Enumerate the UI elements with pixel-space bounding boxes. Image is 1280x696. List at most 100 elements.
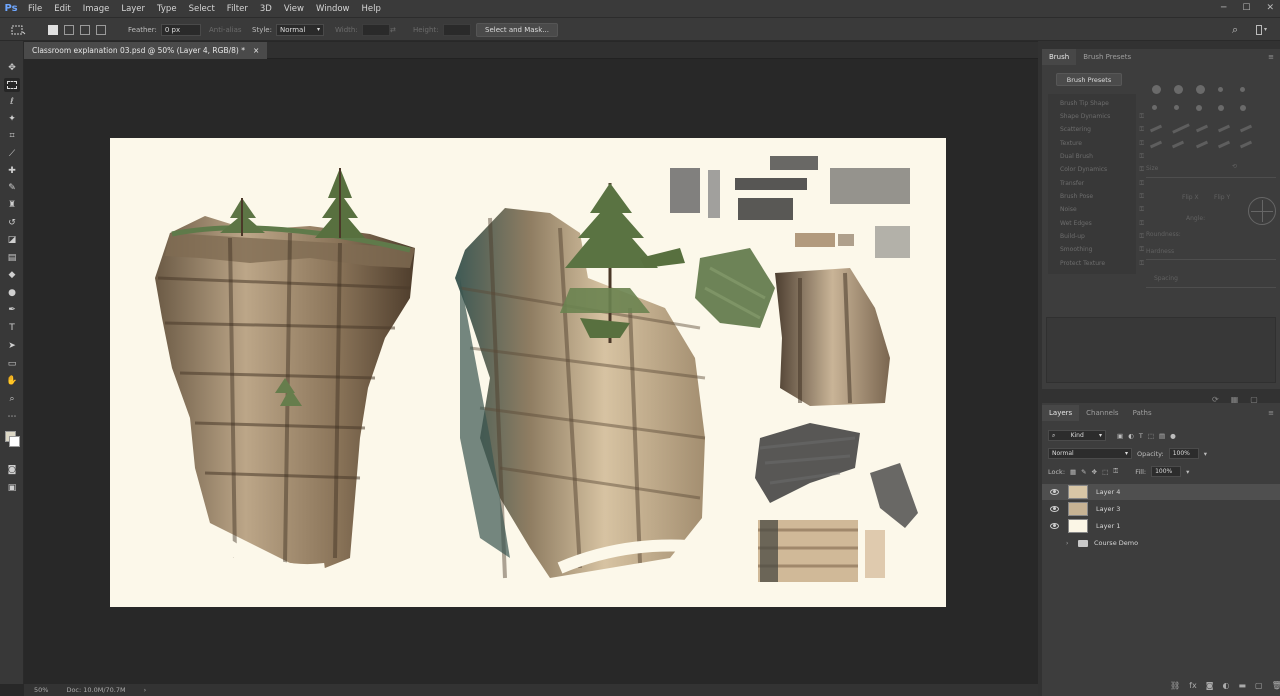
menu-window[interactable]: Window: [310, 4, 356, 14]
lock-icon[interactable]: ⚿: [1139, 220, 1144, 228]
filter-adjustment-icon[interactable]: ◐: [1128, 432, 1134, 440]
lock-icon[interactable]: ⚿: [1139, 233, 1144, 241]
option-dual-brush[interactable]: Dual Brush ⚿: [1060, 153, 1144, 160]
add-mask-icon[interactable]: ◙: [1206, 681, 1214, 690]
filter-shape-icon[interactable]: ⬚: [1148, 432, 1154, 440]
option-shape-dynamics[interactable]: Shape Dynamics ⚿: [1060, 113, 1144, 120]
layer-row-layer-4[interactable]: Layer 4: [1042, 484, 1280, 500]
brush-presets-button[interactable]: Brush Presets: [1056, 73, 1122, 86]
filter-type-icon[interactable]: T: [1139, 432, 1143, 440]
flip-x-checkbox[interactable]: Flip X: [1182, 194, 1199, 201]
style-dropdown[interactable]: Normal ▾: [275, 23, 324, 36]
hand-tool-icon[interactable]: ✋: [4, 374, 20, 388]
brush-tip-icon[interactable]: [1218, 105, 1224, 111]
option-wet-edges[interactable]: Wet Edges ⚿: [1060, 220, 1144, 227]
color-swatches[interactable]: [4, 429, 20, 457]
brush-tip-icon[interactable]: [1195, 140, 1209, 149]
panel-menu-icon[interactable]: ≡: [1268, 53, 1274, 61]
menu-edit[interactable]: Edit: [48, 4, 76, 14]
kind-filter-dropdown[interactable]: ⌕ Kind ▾: [1048, 430, 1106, 441]
brush-tip-icon[interactable]: [1171, 140, 1185, 149]
new-group-icon[interactable]: ▬: [1238, 681, 1246, 690]
intersect-selection-icon[interactable]: [96, 24, 106, 35]
chevron-down-icon[interactable]: ▾: [1186, 468, 1189, 476]
brush-tip-icon[interactable]: [1174, 105, 1179, 110]
document-canvas[interactable]: [110, 138, 946, 607]
lock-position-icon[interactable]: ✥: [1092, 468, 1097, 476]
lock-icon[interactable]: ⚿: [1139, 113, 1144, 121]
reset-size-icon[interactable]: ⟲: [1232, 163, 1237, 170]
lasso-tool-icon[interactable]: ℓ: [4, 95, 20, 109]
workspace-icon[interactable]: ▾: [1256, 18, 1267, 41]
spacing-slider[interactable]: [1146, 287, 1276, 288]
brush-tip-icon[interactable]: [1152, 105, 1157, 110]
brush-tip-grid[interactable]: [1146, 81, 1276, 161]
layers-menu-icon[interactable]: ≡: [1268, 409, 1274, 417]
tab-brush[interactable]: Brush: [1042, 49, 1077, 65]
brush-tip-icon[interactable]: [1149, 124, 1163, 133]
lock-icon[interactable]: ⚿: [1139, 260, 1144, 268]
marquee-tool-icon[interactable]: [10, 18, 26, 41]
lock-icon[interactable]: ⚿: [1139, 166, 1144, 174]
more-tools-icon[interactable]: ⋯: [4, 410, 20, 424]
type-tool-icon[interactable]: T: [4, 321, 20, 335]
height-input[interactable]: [442, 23, 471, 36]
magic-wand-tool-icon[interactable]: ✦: [4, 112, 20, 126]
brush-tip-icon[interactable]: [1196, 105, 1202, 111]
eyedropper-tool-icon[interactable]: ⟋: [4, 147, 20, 161]
dodge-tool-icon[interactable]: ●: [4, 286, 20, 300]
status-arrow-icon[interactable]: ›: [144, 686, 147, 694]
lock-icon[interactable]: ⚿: [1139, 193, 1144, 201]
brush-tip-icon[interactable]: [1217, 140, 1231, 149]
menu-3d[interactable]: 3D: [254, 4, 278, 14]
brush-tip-icon[interactable]: [1172, 123, 1190, 134]
brush-tool-icon[interactable]: ✎: [4, 181, 20, 195]
option-noise[interactable]: Noise ⚿: [1060, 206, 1144, 213]
layer-style-icon[interactable]: fx: [1189, 681, 1197, 690]
new-selection-icon[interactable]: [48, 24, 58, 35]
fill-input[interactable]: 100%: [1151, 466, 1182, 477]
layer-group-course-demo[interactable]: › Course Demo: [1042, 535, 1280, 551]
gradient-tool-icon[interactable]: ▤: [4, 251, 20, 265]
menu-layer[interactable]: Layer: [115, 4, 151, 14]
healing-brush-tool-icon[interactable]: ✚: [4, 164, 20, 178]
minimize-icon[interactable]: ─: [1221, 0, 1226, 17]
option-transfer[interactable]: Transfer ⚿: [1060, 180, 1144, 187]
history-brush-tool-icon[interactable]: ↺: [4, 216, 20, 230]
brush-tip-icon[interactable]: [1174, 85, 1183, 94]
doc-info[interactable]: Doc: 10.0M/70.7M: [66, 686, 125, 694]
brush-tip-icon[interactable]: [1195, 124, 1209, 133]
menu-help[interactable]: Help: [356, 4, 387, 14]
select-and-mask-button[interactable]: Select and Mask...: [476, 22, 558, 37]
brush-tip-icon[interactable]: [1217, 124, 1231, 133]
crop-tool-icon[interactable]: ⌗: [4, 129, 20, 143]
brush-tip-icon[interactable]: [1240, 105, 1246, 111]
pen-tool-icon[interactable]: ✒: [4, 303, 20, 317]
menu-filter[interactable]: Filter: [221, 4, 254, 14]
hardness-slider[interactable]: [1146, 259, 1276, 260]
maximize-icon[interactable]: ☐: [1242, 0, 1250, 17]
brush-tip-icon[interactable]: [1196, 85, 1205, 94]
adjustment-layer-icon[interactable]: ◐: [1222, 681, 1229, 690]
subtract-selection-icon[interactable]: [80, 24, 90, 35]
width-input[interactable]: [361, 23, 390, 36]
filter-smart-object-icon[interactable]: ▤: [1159, 432, 1165, 440]
search-icon[interactable]: ⌕: [1232, 18, 1238, 41]
brush-tip-icon[interactable]: [1239, 140, 1253, 149]
option-brush-pose[interactable]: Brush Pose ⚿: [1060, 193, 1144, 200]
tab-paths[interactable]: Paths: [1126, 405, 1159, 421]
feather-input[interactable]: 0 px: [160, 23, 201, 36]
menu-type[interactable]: Type: [151, 4, 183, 14]
brush-tip-icon[interactable]: [1239, 124, 1253, 133]
menu-view[interactable]: View: [278, 4, 310, 14]
lock-icon[interactable]: ⚿: [1139, 180, 1144, 188]
menu-file[interactable]: File: [22, 4, 48, 14]
background-color-icon[interactable]: [9, 436, 20, 447]
layer-row-layer-3[interactable]: Layer 3: [1042, 501, 1280, 517]
rectangular-marquee-tool-icon[interactable]: [4, 78, 20, 92]
tab-layers[interactable]: Layers: [1042, 405, 1080, 421]
option-smoothing[interactable]: Smoothing ⚿: [1060, 246, 1144, 253]
menu-image[interactable]: Image: [77, 4, 116, 14]
path-selection-tool-icon[interactable]: ➤: [4, 339, 20, 353]
visibility-eye-icon[interactable]: [1050, 489, 1059, 495]
